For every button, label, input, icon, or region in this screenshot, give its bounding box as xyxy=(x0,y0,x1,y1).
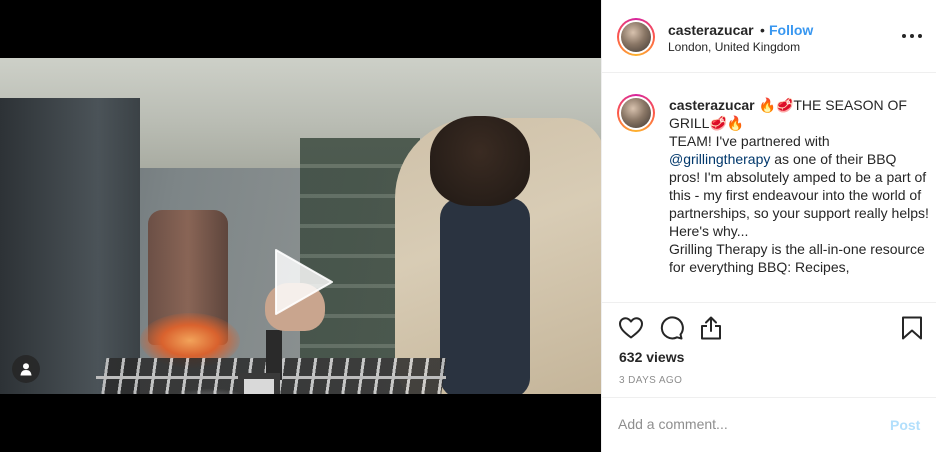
caption: casterazucar 🔥🥩THE SEASON OF GRILL🥩🔥 TEA… xyxy=(602,74,936,302)
video-grill-body xyxy=(0,98,140,394)
video-brush xyxy=(238,373,280,394)
post-sidebar: casterazucar • Follow London, United Kin… xyxy=(601,0,936,452)
user-tag-icon[interactable] xyxy=(12,355,40,383)
video-head xyxy=(430,116,530,206)
comment-box: Post xyxy=(602,397,936,452)
caption-line-4: Here's why... xyxy=(669,223,749,239)
share-icon[interactable] xyxy=(698,315,724,341)
caption-line-5: Grilling Therapy is the all-in-one resou… xyxy=(669,241,925,275)
view-count[interactable]: 632 views xyxy=(619,349,684,365)
comment-input[interactable] xyxy=(618,413,878,435)
post-timestamp[interactable]: 3 DAYS AGO xyxy=(619,375,682,386)
avatar[interactable] xyxy=(617,18,655,56)
comment-icon[interactable] xyxy=(658,315,684,341)
separator-dot: • xyxy=(760,22,765,38)
follow-button[interactable]: Follow xyxy=(769,22,813,38)
post-media xyxy=(0,0,601,452)
heart-icon[interactable] xyxy=(618,315,644,341)
more-horizontal-icon[interactable] xyxy=(902,28,922,44)
post-button[interactable]: Post xyxy=(890,417,920,433)
caption-username[interactable]: casterazucar xyxy=(669,97,755,113)
video-shirt xyxy=(440,198,530,394)
header-username[interactable]: casterazucar xyxy=(668,22,754,38)
caption-avatar[interactable] xyxy=(617,94,655,132)
post-header: casterazucar • Follow London, United Kin… xyxy=(602,0,936,73)
caption-line-2: TEAM! I've partnered with xyxy=(669,133,830,149)
mention-link[interactable]: @grillingtherapy xyxy=(669,151,770,167)
location-link[interactable]: London, United Kingdom xyxy=(668,40,800,54)
play-icon[interactable] xyxy=(268,246,338,318)
bookmark-icon[interactable] xyxy=(899,315,925,341)
video-player[interactable] xyxy=(0,58,601,394)
caption-text: casterazucar 🔥🥩THE SEASON OF GRILL🥩🔥 TEA… xyxy=(669,96,929,276)
